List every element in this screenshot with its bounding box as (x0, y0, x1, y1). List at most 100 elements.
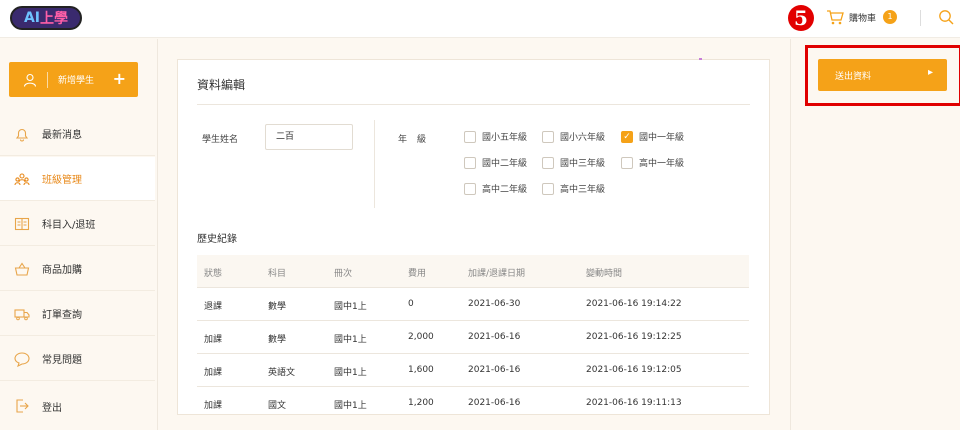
cell-fee: 1,600 (408, 365, 434, 375)
history-title: 歷史紀錄 (197, 234, 237, 245)
sidebar-item-label: 科目入/退班 (42, 220, 96, 231)
grade-checkbox-elementary-6[interactable]: 國小六年級 (542, 130, 605, 143)
cell-changed-time: 2021-06-16 19:12:25 (586, 332, 682, 342)
sidebar-item-order-query[interactable]: 訂單查詢 (0, 292, 155, 336)
chat-icon (14, 351, 30, 367)
cart-button[interactable]: 購物車 1 (826, 9, 898, 25)
logout-icon (16, 399, 29, 413)
table-row: 加課 國文 國中1上 1,200 2021-06-16 2021-06-16 1… (197, 387, 749, 420)
checkbox-box (464, 182, 476, 195)
sidebar-item-class-management[interactable]: 班級管理 (0, 157, 155, 201)
checkbox-label: 國中一年級 (639, 133, 685, 143)
cell-subject: 國文 (268, 401, 287, 411)
grade-checkbox-junior-3[interactable]: 國中三年級 (542, 156, 605, 169)
cell-date: 2021-06-16 (468, 398, 521, 408)
cell-subject: 英語文 (268, 368, 296, 378)
sidebar-item-news[interactable]: 最新消息 (0, 112, 155, 156)
checkbox-label: 國中二年級 (482, 159, 528, 169)
cell-changed-time: 2021-06-16 19:14:22 (586, 299, 682, 309)
cell-volume: 國中1上 (334, 401, 367, 411)
table-header-row: 狀態 科目 冊次 費用 加課/退課日期 變動時間 (197, 255, 749, 288)
cell-subject: 數學 (268, 302, 287, 312)
table-row: 加課 數學 國中1上 2,000 2021-06-16 2021-06-16 1… (197, 321, 749, 354)
checkbox-label: 國小六年級 (560, 133, 606, 143)
checkbox-box (464, 130, 476, 143)
sidebar-item-product-purchase[interactable]: 商品加購 (0, 247, 155, 291)
column-header: 冊次 (334, 269, 353, 279)
arrow-right-icon: ▸ (927, 67, 933, 78)
title-divider (197, 104, 750, 105)
sidebar-item-label: 商品加購 (42, 265, 82, 276)
button-separator (47, 71, 48, 88)
grade-checkbox-elementary-5[interactable]: 國小五年級 (464, 130, 527, 143)
sidebar-item-subject-enrollment[interactable]: 科目入/退班 (0, 202, 155, 246)
search-icon[interactable] (938, 9, 954, 25)
cell-status: 加課 (204, 368, 223, 378)
sidebar-item-logout[interactable]: 登出 (0, 384, 155, 428)
sidebar-item-label: 登出 (42, 402, 62, 414)
cell-status: 退課 (204, 302, 223, 312)
checkbox-box (542, 156, 554, 169)
checkmark-icon: ✓ (621, 130, 633, 143)
grade-checkbox-senior-2[interactable]: 高中二年級 (464, 182, 527, 195)
sidebar-item-label: 最新消息 (42, 130, 82, 141)
submit-button[interactable]: 送出資料 ▸ (818, 59, 947, 91)
checkbox-label: 高中二年級 (482, 185, 528, 195)
cell-volume: 國中1上 (334, 302, 367, 312)
checkbox-box (542, 130, 554, 143)
table-row: 加課 英語文 國中1上 1,600 2021-06-16 2021-06-16 … (197, 354, 749, 387)
cell-fee: 2,000 (408, 332, 434, 342)
form-divider (374, 120, 375, 208)
add-student-label: 新增學生 (58, 76, 95, 86)
cell-changed-time: 2021-06-16 19:12:05 (586, 365, 682, 375)
column-header: 加課/退課日期 (468, 269, 526, 279)
logo-text-ai: AI (23, 10, 41, 26)
cell-subject: 數學 (268, 335, 287, 345)
submit-label: 送出資料 (835, 72, 872, 82)
cell-date: 2021-06-16 (468, 365, 521, 375)
sidebar-item-label: 訂單查詢 (42, 310, 82, 321)
cell-date: 2021-06-16 (468, 332, 521, 342)
checkbox-box (621, 156, 633, 169)
cell-date: 2021-06-30 (468, 299, 521, 309)
step-marker: 5 (788, 5, 814, 31)
truck-icon (14, 308, 30, 320)
cell-volume: 國中1上 (334, 368, 367, 378)
column-header: 狀態 (204, 269, 223, 279)
column-header: 費用 (408, 269, 427, 279)
sidebar-item-label: 班級管理 (42, 175, 82, 186)
user-icon (23, 73, 37, 87)
logo-text-up: 上學 (40, 11, 69, 27)
cart-count-badge: 1 (883, 10, 898, 24)
checkbox-box (542, 182, 554, 195)
grade-checkbox-senior-1[interactable]: 高中一年級 (621, 156, 684, 169)
logo[interactable]: AI 上學 (10, 6, 82, 30)
edit-card: 資料編輯 學生姓名 二百 年級 國小五年級 國小六年級 ✓ 國中一年級 國中二年… (177, 59, 770, 415)
grade-checkbox-senior-3[interactable]: 高中三年級 (542, 182, 605, 195)
cart-icon (827, 10, 844, 25)
card-title: 資料編輯 (197, 78, 246, 92)
cell-changed-time: 2021-06-16 19:11:13 (586, 398, 682, 408)
people-icon (14, 172, 30, 185)
grade-label: 年級 (398, 135, 437, 145)
cell-status: 加課 (204, 335, 223, 345)
add-student-button[interactable]: 新增學生 + (9, 62, 138, 97)
checkbox-label: 國中三年級 (560, 159, 606, 169)
cell-fee: 1,200 (408, 398, 434, 408)
bell-icon (15, 128, 29, 141)
column-header: 科目 (268, 269, 287, 279)
checkbox-label: 高中三年級 (560, 185, 606, 195)
header-divider (920, 10, 921, 26)
checkbox-label: 高中一年級 (639, 159, 685, 169)
sidebar-item-faq[interactable]: 常見問題 (0, 337, 155, 381)
top-header: AI 上學 5 購物車 1 (0, 0, 960, 38)
book-icon (14, 217, 30, 230)
grade-checkbox-junior-2[interactable]: 國中二年級 (464, 156, 527, 169)
student-name-input[interactable]: 二百 (265, 124, 353, 150)
column-header: 變動時間 (586, 269, 623, 279)
basket-icon (14, 262, 30, 276)
cell-volume: 國中1上 (334, 335, 367, 345)
grade-checkbox-junior-1[interactable]: ✓ 國中一年級 (621, 130, 684, 143)
sidebar-item-label: 常見問題 (42, 355, 82, 366)
decorative-dot (699, 58, 702, 60)
